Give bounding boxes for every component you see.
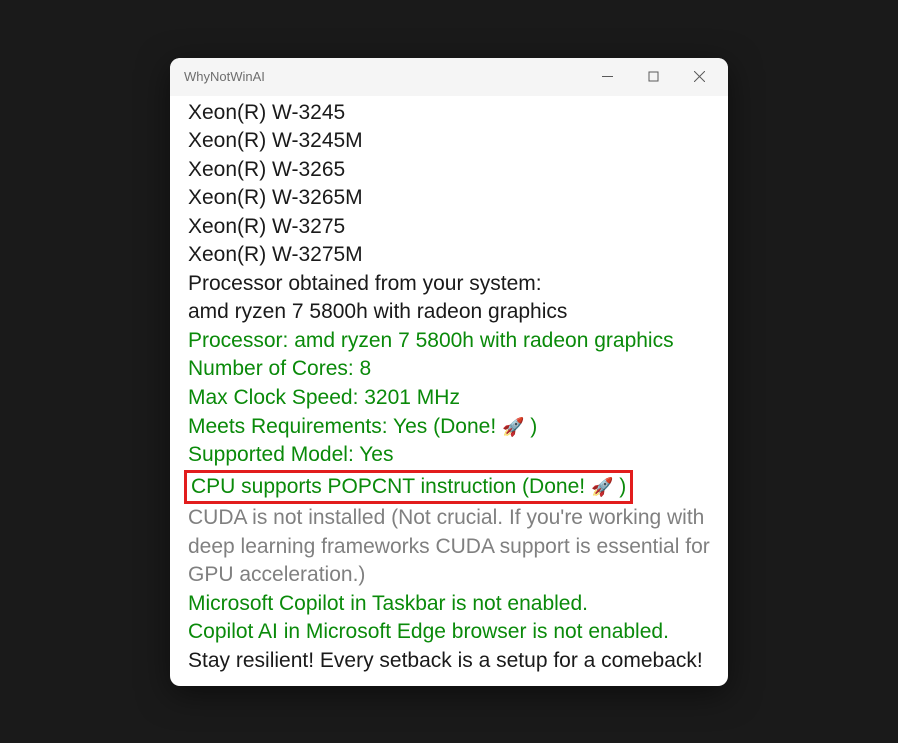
cpu-model-line: Xeon(R) W-3245M: [188, 127, 728, 156]
maximize-icon: [648, 71, 659, 82]
close-icon: [694, 71, 705, 82]
cores-result: Number of Cores: 8: [188, 355, 728, 384]
output-text-area[interactable]: Xeon(R) W-3245 Xeon(R) W-3245M Xeon(R) W…: [170, 96, 728, 686]
window-title: WhyNotWinAI: [184, 69, 584, 84]
popcnt-highlight-row: CPU supports POPCNT instruction (Done! 🚀…: [188, 470, 728, 505]
processor-result: Processor: amd ryzen 7 5800h with radeon…: [188, 327, 728, 356]
cpu-model-line: Xeon(R) W-3265: [188, 156, 728, 185]
app-window: WhyNotWinAI Xeon(R) W-3245 Xeon(R) W-324…: [170, 58, 728, 686]
content-wrapper: Xeon(R) W-3245 Xeon(R) W-3245M Xeon(R) W…: [170, 96, 728, 686]
cpu-model-line: Xeon(R) W-3275M: [188, 241, 728, 270]
cpu-model-line: Xeon(R) W-3265M: [188, 184, 728, 213]
cuda-status: CUDA is not installed (Not crucial. If y…: [188, 504, 728, 590]
popcnt-result: CPU supports POPCNT instruction (Done! 🚀…: [184, 470, 633, 505]
minimize-icon: [602, 71, 613, 82]
rocket-icon: 🚀: [591, 477, 613, 497]
copilot-taskbar-status: Microsoft Copilot in Taskbar is not enab…: [188, 590, 728, 619]
window-controls: [584, 61, 722, 93]
maximize-button[interactable]: [630, 61, 676, 93]
close-button[interactable]: [676, 61, 722, 93]
clock-result: Max Clock Speed: 3201 MHz: [188, 384, 728, 413]
copilot-edge-status: Copilot AI in Microsoft Edge browser is …: [188, 618, 728, 647]
cpu-model-line: Xeon(R) W-3245: [188, 99, 728, 128]
minimize-button[interactable]: [584, 61, 630, 93]
processor-obtained-label: Processor obtained from your system:: [188, 270, 728, 299]
cpu-model-line: Xeon(R) W-3275: [188, 213, 728, 242]
rocket-icon: 🚀: [502, 417, 524, 437]
titlebar[interactable]: WhyNotWinAI: [170, 58, 728, 96]
supported-model-result: Supported Model: Yes: [188, 441, 728, 470]
motivational-line: Stay resilient! Every setback is a setup…: [188, 647, 728, 676]
meets-requirements-result: Meets Requirements: Yes (Done! 🚀 ): [188, 413, 728, 442]
processor-name-value: amd ryzen 7 5800h with radeon graphics: [188, 298, 728, 327]
